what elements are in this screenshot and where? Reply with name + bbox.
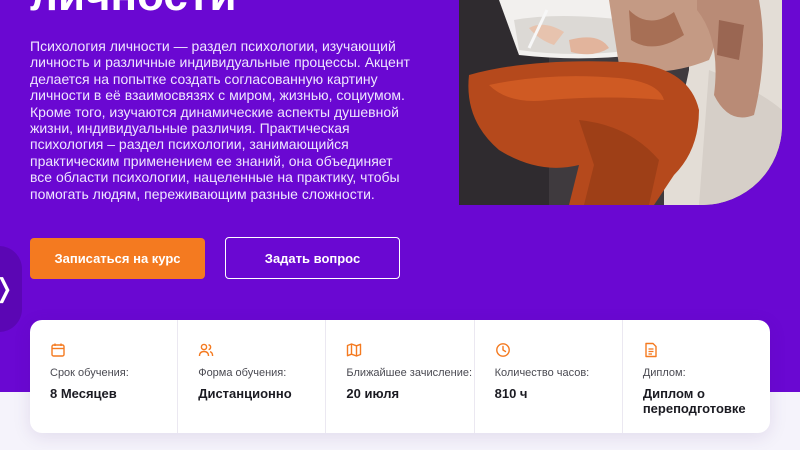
map-icon — [347, 343, 362, 357]
info-label: Ближайшее зачисление: — [346, 367, 473, 379]
info-value: 8 Месяцев — [50, 385, 117, 401]
info-diploma: Диплом: Диплом о переподготовке — [623, 320, 770, 433]
users-icon — [199, 343, 214, 357]
info-duration: Срок обучения: 8 Месяцев — [30, 320, 179, 433]
calendar-icon — [51, 343, 65, 357]
info-value: 20 июля — [346, 385, 400, 401]
info-enrollment: Ближайшее зачисление: 20 июля — [326, 320, 475, 433]
info-format: Форма обучения: Дистанционно — [178, 320, 327, 433]
info-hours: Количество часов: 810 ч — [475, 320, 623, 433]
side-panel-toggle[interactable]: ❭ — [0, 246, 22, 332]
info-value: Диплом о переподготовке — [642, 385, 746, 416]
info-value: 810 ч — [494, 385, 528, 401]
chevron-right-icon: ❭ — [0, 274, 15, 304]
info-label: Диплом: — [642, 367, 686, 379]
clock-icon — [495, 343, 510, 357]
enroll-button[interactable]: Записаться на курс — [30, 238, 205, 279]
ask-question-button[interactable]: Задать вопрос — [225, 237, 400, 279]
info-value: Дистанционно — [198, 385, 292, 401]
info-label: Форма обучения: — [198, 367, 287, 379]
course-info-card: Срок обучения: 8 Месяцев Форма обучения:… — [30, 320, 770, 433]
info-label: Количество часов: — [494, 367, 590, 379]
document-icon — [645, 342, 657, 358]
page-title: личности — [30, 0, 237, 18]
hero-photo — [459, 0, 782, 205]
course-description: Психология личности — раздел психологии,… — [30, 38, 410, 202]
info-label: Срок обучения: — [50, 367, 129, 379]
